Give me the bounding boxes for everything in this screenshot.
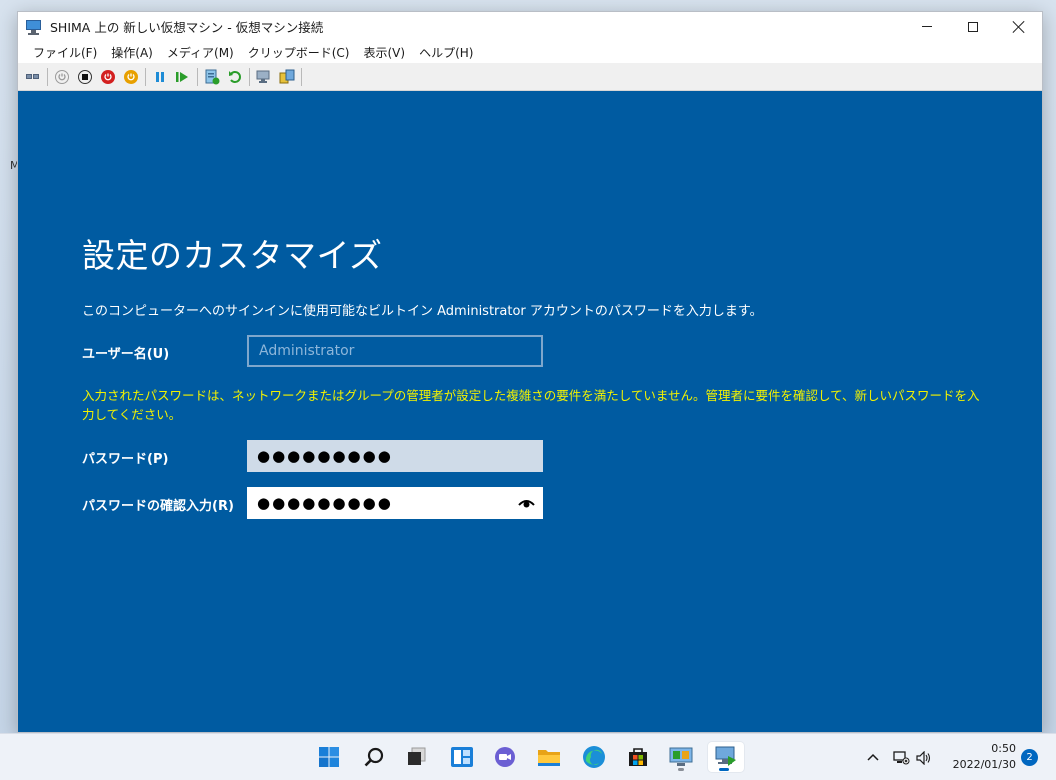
running-indicator (678, 768, 684, 771)
search-icon (364, 747, 384, 767)
password-label: パスワード(P) (82, 452, 169, 467)
menu-media[interactable]: メディア(M) (160, 42, 241, 63)
chevron-up-icon[interactable] (866, 751, 880, 765)
username-field[interactable]: Administrator (247, 335, 543, 367)
active-indicator (719, 768, 729, 771)
toolbar (18, 63, 1042, 91)
vm-connection-app-icon[interactable] (25, 19, 43, 35)
volume-icon[interactable] (916, 750, 932, 765)
resume-button[interactable] (173, 67, 193, 87)
windows-start-icon (319, 747, 339, 767)
clock-time: 0:50 (991, 742, 1016, 755)
checkpoint-icon (205, 69, 220, 84)
enhanced-session-button[interactable] (254, 67, 274, 87)
close-icon (1013, 21, 1025, 33)
pause-icon (156, 71, 164, 82)
menu-file[interactable]: ファイル(F) (26, 42, 104, 63)
resume-icon (176, 71, 188, 82)
title-bar[interactable]: SHIMA 上の 新しい仮想マシン - 仮想マシン接続 (18, 12, 1042, 41)
window-controls (904, 12, 1042, 41)
maximize-button[interactable] (950, 12, 996, 41)
confirm-password-label: パスワードの確認入力(R) (82, 499, 234, 514)
minimize-button[interactable] (904, 12, 950, 41)
search-button[interactable] (358, 742, 390, 772)
enhanced-session-icon (256, 70, 270, 83)
network-icon[interactable] (892, 750, 910, 766)
clock[interactable]: 0:50 2022/01/30 (953, 741, 1016, 773)
teams-chat-icon (495, 747, 515, 767)
menu-help[interactable]: ヘルプ(H) (412, 42, 480, 63)
widgets-button[interactable] (446, 742, 478, 772)
menu-bar: ファイル(F) 操作(A) メディア(M) クリップボード(C) 表示(V) ヘ… (18, 41, 1042, 63)
password-complexity-warning: 入力されたパスワードは、ネットワークまたはグループの管理者が設定した複雑さの要件… (82, 388, 980, 422)
save-button[interactable] (121, 67, 141, 87)
pause-button[interactable] (150, 67, 170, 87)
shutdown-icon (101, 69, 115, 84)
turn-off-icon (78, 69, 92, 84)
menu-clipboard[interactable]: クリップボード(C) (241, 42, 357, 63)
edge-icon (583, 746, 605, 768)
password-field[interactable]: ●●●●●●●●● (247, 440, 543, 472)
store-icon (629, 748, 647, 766)
shutdown-button[interactable] (98, 67, 118, 87)
store-button[interactable] (622, 742, 654, 772)
revert-button[interactable] (225, 67, 245, 87)
hyperv-manager-icon (669, 747, 693, 766)
save-icon (124, 69, 138, 84)
file-explorer-button[interactable] (533, 742, 565, 772)
file-explorer-icon (538, 750, 560, 766)
menu-action[interactable]: 操作(A) (104, 42, 160, 63)
start-button[interactable] (313, 742, 345, 772)
revert-icon (229, 70, 241, 83)
share-icon (279, 69, 295, 83)
turn-off-button[interactable] (75, 67, 95, 87)
clock-date: 2022/01/30 (952, 758, 1016, 771)
vm-connection-button[interactable] (708, 742, 744, 772)
vm-connection-icon (715, 746, 736, 766)
page-description: このコンピューターへのサインインに使用可能なビルトイン Administrato… (82, 304, 763, 319)
vm-display[interactable]: 設定のカスタマイズ このコンピューターへのサインインに使用可能なビルトイン Ad… (18, 91, 1042, 732)
menu-view[interactable]: 表示(V) (357, 42, 413, 63)
confirm-password-field[interactable]: ●●●●●●●●● (247, 487, 543, 519)
checkpoint-button[interactable] (202, 67, 222, 87)
start-button[interactable] (52, 67, 72, 87)
teams-chat-button[interactable] (489, 742, 521, 772)
start-icon (55, 69, 69, 84)
maximize-icon (968, 21, 978, 32)
window-title: SHIMA 上の 新しい仮想マシン - 仮想マシン接続 (50, 20, 324, 35)
username-label: ユーザー名(U) (82, 347, 170, 362)
system-tray (866, 734, 932, 780)
close-button[interactable] (996, 12, 1042, 41)
page-title: 設定のカスタマイズ (82, 236, 383, 275)
widgets-icon (451, 747, 473, 767)
confirm-password-value: ●●●●●●●●● (257, 494, 393, 512)
edge-button[interactable] (578, 742, 610, 772)
notification-badge[interactable]: 2 (1021, 749, 1038, 766)
minimize-icon (922, 26, 932, 27)
reveal-password-icon[interactable] (518, 496, 535, 510)
ctrl-alt-del-icon (25, 71, 41, 83)
hyperv-manager-button[interactable] (665, 742, 697, 772)
taskbar: 0:50 2022/01/30 2 (0, 733, 1056, 780)
task-view-button[interactable] (401, 742, 433, 772)
share-button[interactable] (277, 67, 297, 87)
ctrl-alt-del-button[interactable] (23, 67, 43, 87)
vm-connection-window: SHIMA 上の 新しい仮想マシン - 仮想マシン接続 ファイル(F) 操作(A… (17, 11, 1043, 733)
task-view-icon (408, 747, 426, 765)
